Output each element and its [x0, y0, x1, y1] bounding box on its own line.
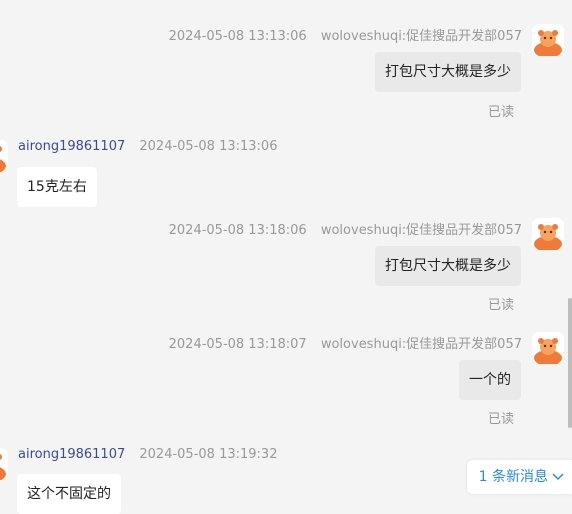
message-meta: 2024-05-08 13:18:07 woloveshuqi:促佳搜品开发部0… [169, 333, 522, 352]
chat-history: 2024-05-08 13:13:06 woloveshuqi:促佳搜品开发部0… [0, 0, 572, 514]
read-status: 已读 [487, 412, 514, 427]
new-messages-label: 1 条新消息 [478, 469, 548, 485]
sender-name: woloveshuqi:促佳搜品开发部057 [320, 223, 522, 238]
message-time: 2024-05-08 13:13:06 [168, 29, 307, 44]
read-status: 已读 [487, 105, 514, 120]
message-time: 2024-05-08 13:18:06 [168, 223, 307, 238]
message-bubble[interactable]: 打包尺寸大概是多少 [375, 52, 521, 92]
message-bubble[interactable]: 打包尺寸大概是多少 [375, 246, 521, 286]
sender-name: woloveshuqi:促佳搜品开发部057 [320, 337, 522, 352]
chevron-down-icon [552, 461, 564, 495]
message-bubble[interactable]: 15克左右 [17, 167, 97, 207]
message-time: 2024-05-08 13:18:07 [168, 337, 307, 352]
message-time: 2024-05-08 13:13:06 [139, 139, 278, 154]
message-meta: 2024-05-08 13:13:06 woloveshuqi:促佳搜品开发部0… [169, 25, 522, 44]
seller-avatar[interactable] [532, 24, 564, 56]
read-status: 已读 [487, 298, 514, 313]
message-meta: 2024-05-08 13:18:06 woloveshuqi:促佳搜品开发部0… [169, 219, 522, 238]
message-meta: airong19861107 2024-05-08 13:13:06 [18, 139, 277, 154]
seller-avatar[interactable] [532, 332, 564, 364]
buyer-avatar[interactable] [0, 448, 8, 480]
buyer-name[interactable]: airong19861107 [18, 139, 125, 154]
message-meta: airong19861107 2024-05-08 13:19:32 [18, 447, 277, 462]
buyer-avatar[interactable] [0, 140, 8, 172]
scrollbar[interactable] [568, 298, 572, 428]
message-bubble[interactable]: 这个不固定的 [17, 474, 121, 514]
buyer-name[interactable]: airong19861107 [18, 447, 125, 462]
seller-avatar[interactable] [532, 218, 564, 250]
new-messages-button[interactable]: 1 条新消息 [466, 460, 572, 495]
message-time: 2024-05-08 13:19:32 [139, 447, 278, 462]
avatar-fragment [534, 0, 566, 2]
message-bubble[interactable]: 一个的 [459, 360, 521, 400]
sender-name: woloveshuqi:促佳搜品开发部057 [320, 29, 522, 44]
